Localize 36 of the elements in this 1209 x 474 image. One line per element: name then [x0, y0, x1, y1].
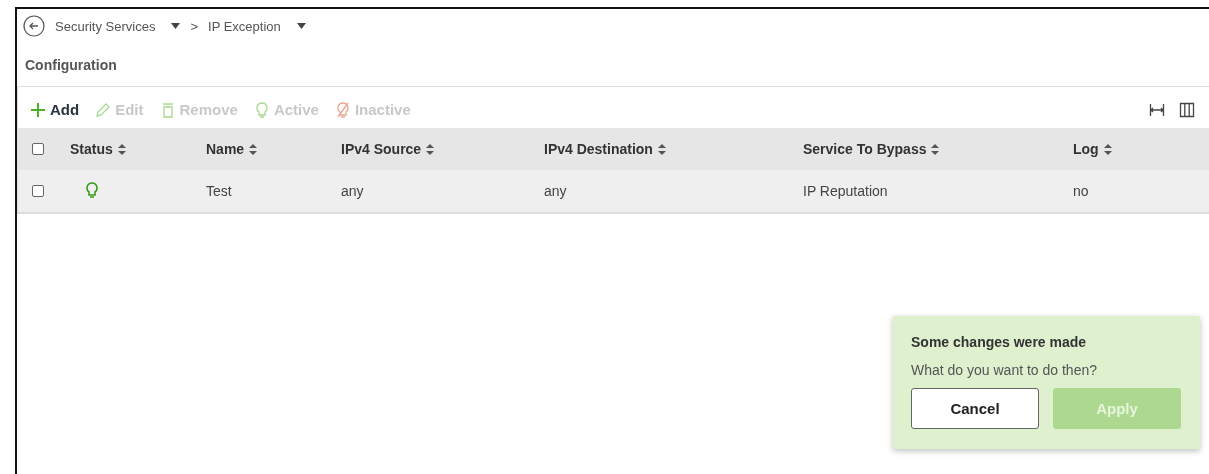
table-cell: Test	[206, 183, 232, 199]
table-cell: any	[341, 183, 364, 199]
row-checkbox[interactable]	[32, 185, 44, 197]
notification-title: Some changes were made	[911, 334, 1088, 350]
columns-icon[interactable]	[1179, 101, 1195, 118]
column-header[interactable]: Service To Bypass	[803, 141, 927, 157]
sort-icon[interactable]	[426, 143, 435, 155]
add-button[interactable]: Add	[30, 101, 80, 118]
sort-icon[interactable]	[931, 143, 940, 155]
bulb-icon	[253, 101, 270, 118]
section-title: Configuration	[25, 57, 117, 73]
column-header[interactable]: Status	[70, 141, 113, 157]
pencil-icon	[95, 101, 112, 118]
sort-icon[interactable]	[249, 143, 258, 155]
table-cell: IP Reputation	[803, 183, 888, 199]
breadcrumb-separator: >	[190, 18, 198, 34]
back-icon[interactable]	[23, 15, 45, 37]
breadcrumb-item[interactable]: Security Services	[55, 18, 156, 34]
breadcrumb-item[interactable]: IP Exception	[208, 18, 281, 34]
table-cell: no	[1073, 183, 1089, 199]
caret-icon[interactable]	[171, 23, 181, 29]
cancel-button[interactable]: Cancel	[911, 388, 1039, 429]
crossed-bulb-icon	[334, 101, 351, 118]
caret-icon[interactable]	[296, 23, 306, 29]
column-header[interactable]: IPv4 Source	[341, 141, 422, 157]
notification-message: What do you want to do then?	[911, 362, 1098, 378]
column-header[interactable]: Log	[1073, 141, 1099, 157]
sort-icon[interactable]	[657, 143, 666, 155]
column-header[interactable]: IPv4 Destination	[544, 141, 653, 157]
select-all-checkbox[interactable]	[32, 143, 44, 155]
table-cell: any	[544, 183, 567, 199]
sort-icon[interactable]	[117, 143, 126, 155]
sort-icon[interactable]	[1103, 143, 1112, 155]
column-header[interactable]: Name	[206, 141, 245, 157]
column-width-icon[interactable]	[1149, 101, 1165, 118]
plus-icon	[30, 101, 46, 118]
